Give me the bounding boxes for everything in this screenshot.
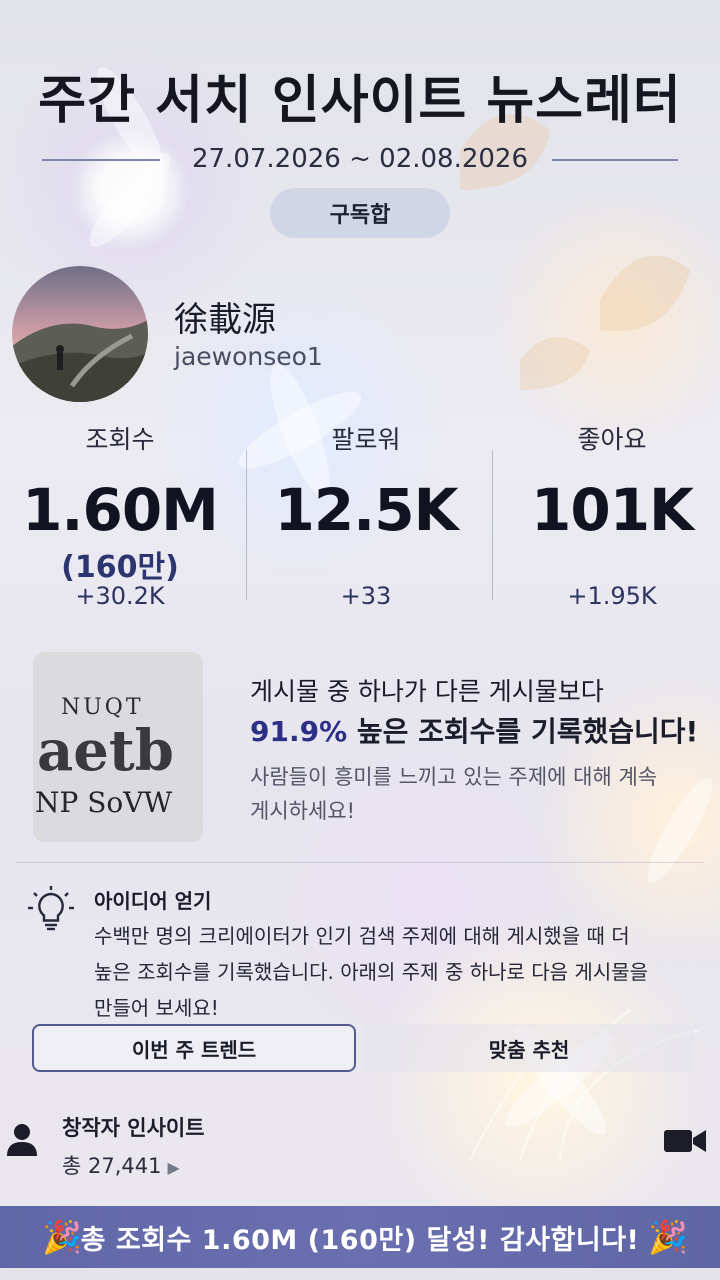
newsletter-page: 주간 서치 인사이트 뉴스레터 27.07.2026 ~ 02.08.2026 … xyxy=(0,0,720,1280)
stat-likes-value: 101K xyxy=(530,476,694,544)
insight-percent: 91.9% xyxy=(250,715,348,748)
thumb-text-bottom: NP SoVW xyxy=(35,786,173,819)
bottom-strip xyxy=(0,1268,720,1280)
insight-line2: 91.9% 높은 조회수를 기록했습니다! xyxy=(250,710,698,750)
page-title: 주간 서치 인사이트 뉴스레터 xyxy=(38,71,682,131)
stat-likes[interactable]: 좋아요 101K +1.95K xyxy=(492,420,720,610)
creator-insight-count[interactable]: 총 27,441 ▶ xyxy=(62,1150,180,1180)
milestone-banner[interactable]: 🎉 총 조회수 1.60M (160만) 달성! 감사합니다! 🎉 xyxy=(0,1206,720,1268)
party-popper-icon: 🎉 xyxy=(648,1218,688,1256)
date-divider-right xyxy=(552,159,678,161)
thumb-text-middle: aetb xyxy=(37,718,174,784)
stat-likes-delta: +1.95K xyxy=(567,582,657,610)
insight-line2-text: 높은 조회수를 기록했습니다! xyxy=(347,715,699,748)
trend-this-week-button[interactable]: 이번 주 트렌드 xyxy=(32,1024,356,1072)
recommendation-button[interactable]: 맞춤 추천 xyxy=(364,1024,694,1072)
banner-text: 총 조회수 1.60M (160만) 달성! 감사합니다! xyxy=(80,1224,640,1256)
top-post-thumbnail[interactable]: NUQT aetb NP SoVW xyxy=(33,652,203,842)
thumb-text-top: NUQT xyxy=(61,695,144,720)
insight-line1: 게시물 중 하나가 다른 게시물보다 xyxy=(250,677,604,706)
creator-count-text: 총 27,441 xyxy=(62,1154,162,1178)
insight-line3: 사람들이 흥미를 느끼고 있는 주제에 대해 계속 게시하세요! xyxy=(250,765,658,823)
lightbulb-icon xyxy=(28,884,74,934)
video-camera-icon[interactable] xyxy=(664,1128,706,1154)
stat-followers-value: 12.5K xyxy=(274,476,458,544)
ideas-body: 수백만 명의 크리에이터가 인기 검색 주제에 대해 게시했을 때 더 높은 조… xyxy=(94,924,649,1020)
profile-name: 徐載源 xyxy=(174,300,276,340)
stat-followers-label: 팔로워 xyxy=(331,425,401,454)
play-icon: ▶ xyxy=(167,1158,180,1177)
date-range-row: 27.07.2026 ~ 02.08.2026 xyxy=(0,142,720,176)
stat-likes-label: 좋아요 xyxy=(577,425,647,454)
creator-insight-title[interactable]: 창작자 인사이트 xyxy=(62,1112,205,1142)
person-icon xyxy=(6,1122,38,1156)
stat-views[interactable]: 조회수 1.60M (160만) +30.2K xyxy=(0,420,240,610)
stat-followers-delta: +33 xyxy=(340,582,392,610)
profile-handle: jaewonseo1 xyxy=(174,342,323,371)
ideas-title: 아이디어 얻기 xyxy=(94,889,212,913)
stat-views-value: 1.60M xyxy=(22,476,219,544)
section-divider xyxy=(16,862,704,863)
avatar[interactable] xyxy=(12,266,148,402)
stats-panel: 조회수 1.60M (160만) +30.2K 팔로워 12.5K +33 좋아… xyxy=(0,420,720,620)
subscribe-button[interactable]: 구독합 xyxy=(270,188,450,238)
stat-views-delta: +30.2K xyxy=(75,582,165,610)
party-popper-icon: 🎉 xyxy=(42,1218,82,1256)
stat-views-label: 조회수 xyxy=(85,425,155,454)
stat-views-sub: (160만) xyxy=(61,550,179,585)
stat-followers[interactable]: 팔로워 12.5K +33 xyxy=(246,420,486,610)
